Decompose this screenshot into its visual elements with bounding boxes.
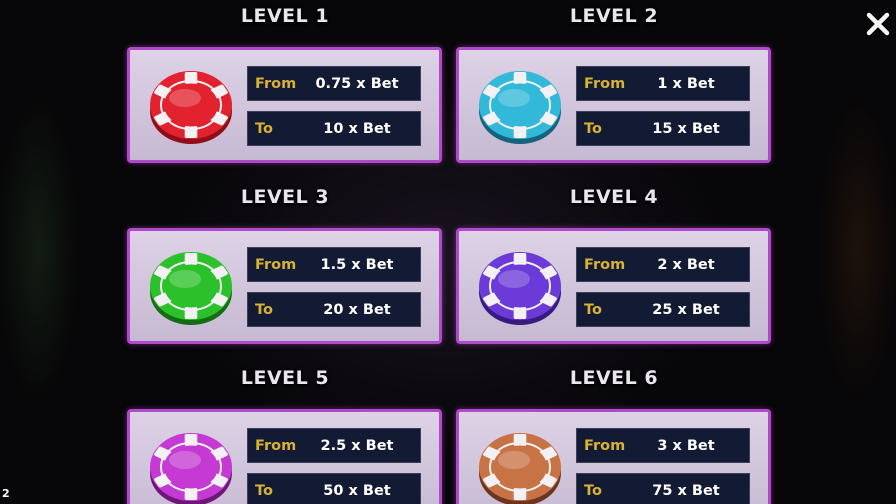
level-title: LEVEL 5 [240, 367, 330, 389]
to-row: To 20 x Bet [247, 292, 421, 327]
poker-chip-icon [477, 427, 563, 504]
to-label: To [584, 301, 602, 318]
to-row: To 25 x Bet [576, 292, 750, 327]
level-card: From 1 x Bet To 15 x Bet [456, 47, 771, 163]
from-row: From 1 x Bet [576, 66, 750, 101]
level-card: From 3 x Bet To 75 x Bet [456, 409, 771, 504]
to-value: 10 x Bet [323, 120, 391, 137]
from-value: 1 x Bet [657, 75, 715, 92]
to-label: To [255, 301, 273, 318]
poker-chip-icon [148, 65, 234, 145]
poker-chip-icon [477, 65, 563, 145]
to-label: To [584, 120, 602, 137]
level-title: LEVEL 4 [569, 186, 659, 208]
to-label: To [255, 482, 273, 499]
from-label: From [255, 256, 297, 273]
level-title: LEVEL 1 [240, 5, 330, 27]
to-value: 20 x Bet [323, 301, 391, 318]
from-label: From [255, 75, 297, 92]
level-card: From 2 x Bet To 25 x Bet [456, 228, 771, 344]
from-label: From [584, 75, 626, 92]
corner-number: 2 [2, 487, 10, 500]
level-title: LEVEL 3 [240, 186, 330, 208]
to-label: To [255, 120, 273, 137]
to-value: 25 x Bet [652, 301, 720, 318]
to-value: 50 x Bet [323, 482, 391, 499]
from-label: From [584, 256, 626, 273]
from-value: 2.5 x Bet [320, 437, 394, 454]
poker-chip-icon [148, 427, 234, 504]
from-row: From 1.5 x Bet [247, 247, 421, 282]
level-title: LEVEL 6 [569, 367, 659, 389]
from-row: From 2 x Bet [576, 247, 750, 282]
to-row: To 10 x Bet [247, 111, 421, 146]
to-label: To [584, 482, 602, 499]
poker-chip-icon [148, 246, 234, 326]
from-value: 0.75 x Bet [315, 75, 399, 92]
level-card: From 0.75 x Bet To 10 x Bet [127, 47, 442, 163]
from-value: 3 x Bet [657, 437, 715, 454]
from-label: From [584, 437, 626, 454]
from-value: 1.5 x Bet [320, 256, 394, 273]
to-value: 75 x Bet [652, 482, 720, 499]
from-label: From [255, 437, 297, 454]
to-value: 15 x Bet [652, 120, 720, 137]
close-button[interactable] [862, 8, 894, 40]
poker-chip-icon [477, 246, 563, 326]
from-row: From 2.5 x Bet [247, 428, 421, 463]
level-card: From 1.5 x Bet To 20 x Bet [127, 228, 442, 344]
close-icon [865, 11, 891, 37]
from-row: From 3 x Bet [576, 428, 750, 463]
to-row: To 15 x Bet [576, 111, 750, 146]
from-value: 2 x Bet [657, 256, 715, 273]
level-card: From 2.5 x Bet To 50 x Bet [127, 409, 442, 504]
to-row: To 50 x Bet [247, 473, 421, 504]
to-row: To 75 x Bet [576, 473, 750, 504]
level-title: LEVEL 2 [569, 5, 659, 27]
from-row: From 0.75 x Bet [247, 66, 421, 101]
